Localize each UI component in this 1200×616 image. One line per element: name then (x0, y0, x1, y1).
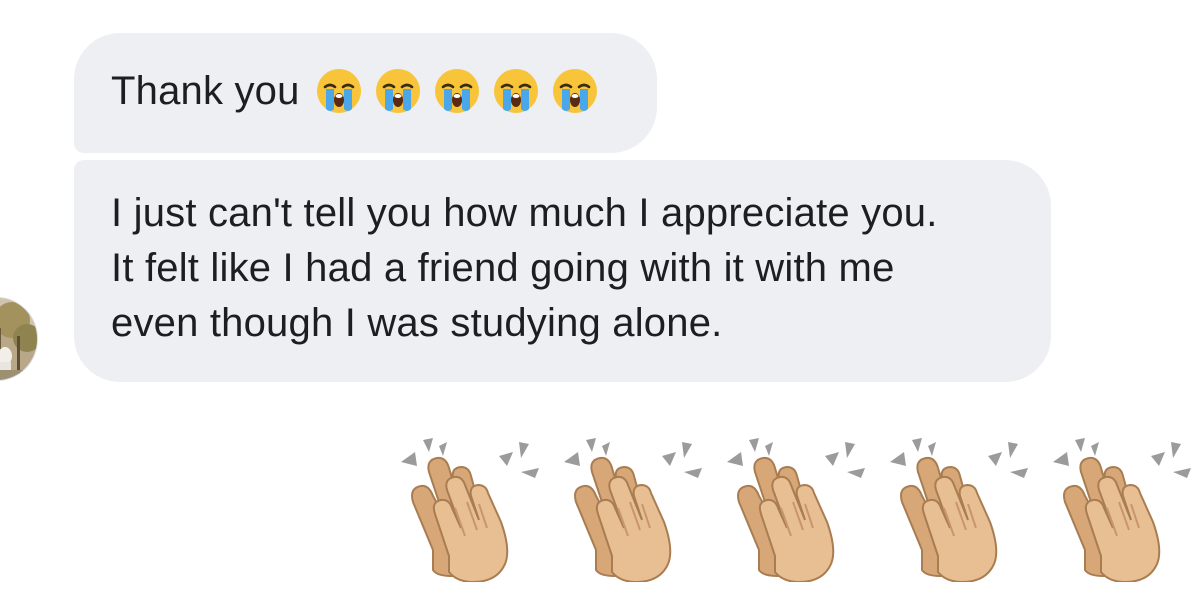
message-bubble-appreciation[interactable]: I just can't tell you how much I appreci… (74, 160, 1051, 382)
loudly-crying-face-icon (316, 69, 361, 113)
loudly-crying-face-icon (552, 69, 597, 113)
clapping-hands-icon (727, 438, 865, 582)
sender-avatar[interactable] (0, 297, 38, 381)
message-line: It felt like I had a friend going with i… (111, 246, 895, 290)
loudly-crying-face-icon (375, 69, 420, 113)
clapping-hands-icon (890, 438, 1028, 582)
loudly-crying-face-icon (493, 69, 538, 113)
crying-emoji-row (314, 66, 600, 116)
message-line: I just can't tell you how much I appreci… (111, 191, 938, 235)
clapping-emoji-message[interactable] (395, 432, 1197, 582)
chat-thread: Thank you I just can't tell you how much… (0, 0, 1200, 616)
message-bubble-thank-you[interactable]: Thank you (74, 33, 657, 153)
clapping-hands-icon (564, 438, 702, 582)
message-text: Thank you (111, 69, 300, 113)
message-line: even though I was studying alone. (111, 301, 723, 345)
clapping-hands-icon (401, 438, 539, 582)
loudly-crying-face-icon (434, 69, 479, 113)
avatar-photo (0, 298, 37, 380)
clapping-hands-icon (1053, 438, 1191, 582)
